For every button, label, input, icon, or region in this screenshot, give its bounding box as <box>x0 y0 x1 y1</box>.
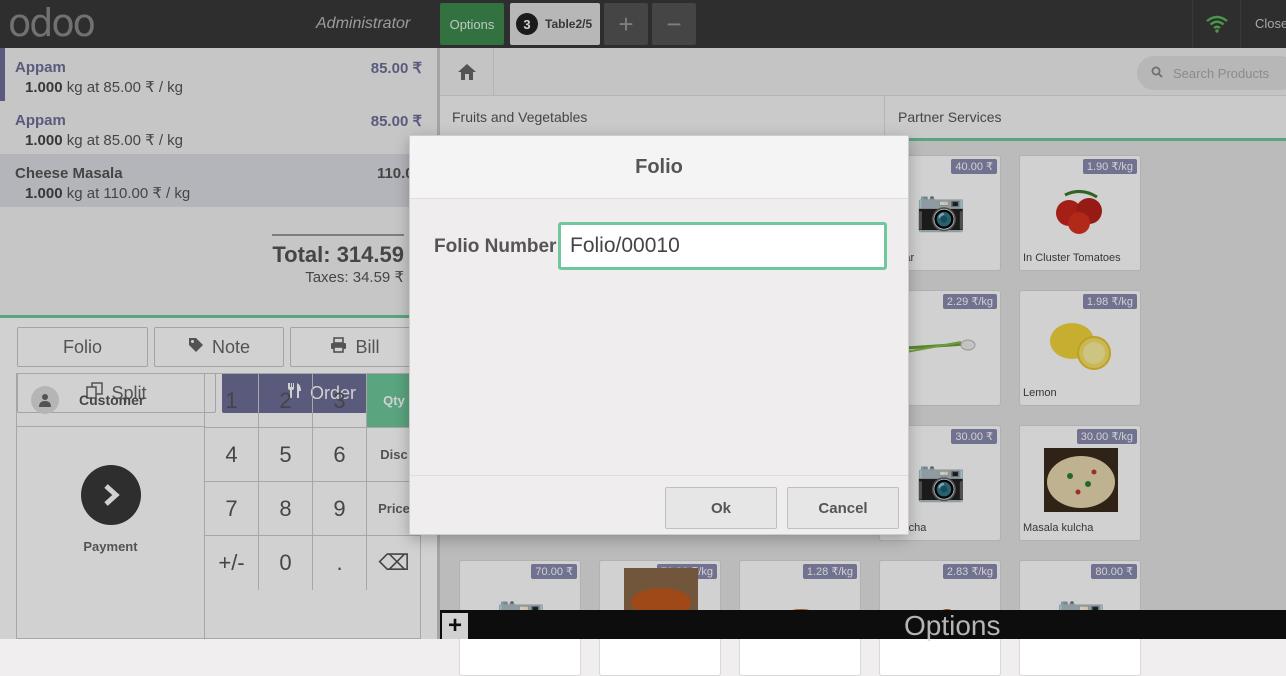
folio-dialog: Folio Folio Number Ok Cancel <box>409 135 909 535</box>
dialog-title: Folio <box>410 136 908 199</box>
cancel-button[interactable]: Cancel <box>787 487 899 529</box>
dialog-footer: Ok Cancel <box>410 475 908 535</box>
folio-number-label: Folio Number <box>434 236 557 257</box>
folio-number-input[interactable] <box>558 222 887 270</box>
dialog-body: Folio Number <box>410 199 908 475</box>
ok-button[interactable]: Ok <box>665 487 777 529</box>
